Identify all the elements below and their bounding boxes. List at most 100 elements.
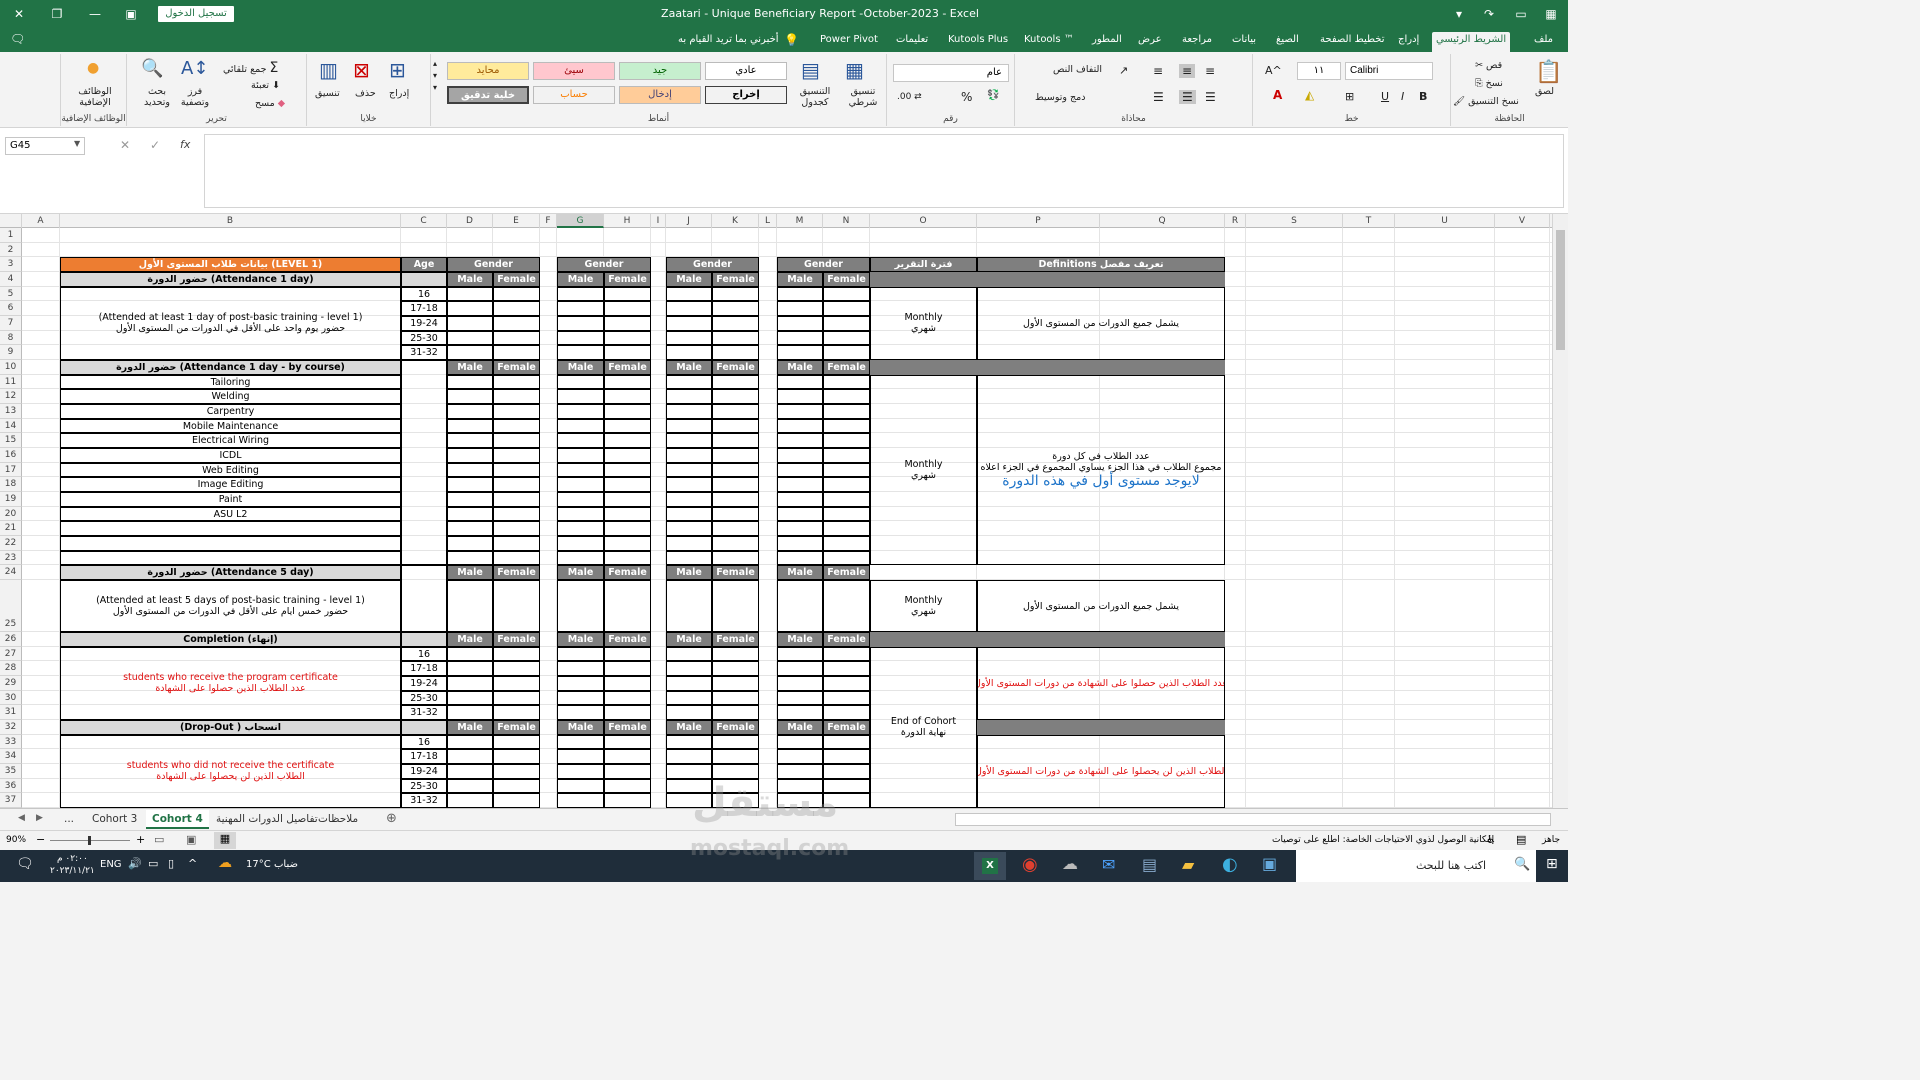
insert-cells-icon[interactable]: ⊞ — [389, 58, 406, 82]
course-value[interactable] — [666, 536, 712, 551]
course-value[interactable] — [493, 389, 540, 405]
course-value[interactable] — [712, 550, 759, 566]
course-name[interactable]: Paint — [60, 492, 401, 507]
course-value[interactable] — [447, 374, 493, 390]
attendance1-male-1[interactable]: Male — [447, 272, 493, 287]
course-value[interactable] — [777, 550, 823, 566]
section-bar[interactable] — [401, 720, 447, 735]
attendance1-value[interactable] — [777, 330, 823, 346]
course-value[interactable] — [557, 506, 604, 522]
course-value[interactable] — [823, 374, 870, 390]
format-as-table-button[interactable]: التنسيق كجدول — [793, 86, 837, 108]
attendance1-value[interactable] — [604, 316, 651, 331]
dropout-age[interactable]: 19-24 — [401, 764, 447, 779]
task-view-icon[interactable]: ▣ — [1262, 854, 1277, 873]
align-bottom-icon[interactable]: ≡ — [1153, 64, 1163, 78]
course-name[interactable]: Welding — [60, 389, 401, 405]
notification-icon[interactable]: 🗨 — [16, 856, 34, 872]
completion-bar[interactable] — [870, 632, 1225, 647]
row-header-11[interactable]: 11 — [0, 374, 22, 390]
completion-female-4[interactable]: Female — [823, 632, 870, 647]
course-value[interactable] — [447, 448, 493, 463]
course-value[interactable] — [712, 536, 759, 551]
completion-value[interactable] — [557, 705, 604, 721]
find-icon[interactable]: 🔍 — [141, 58, 163, 79]
completion-female-3[interactable]: Female — [712, 632, 759, 647]
style-good[interactable]: جيد — [619, 62, 701, 80]
column-header-K[interactable]: K — [712, 214, 759, 228]
attendance1-value[interactable] — [493, 316, 540, 331]
attendance1-value[interactable] — [666, 345, 712, 361]
row-header-33[interactable]: 33 — [0, 734, 22, 750]
course-value[interactable] — [447, 389, 493, 405]
attendance1-age[interactable]: 25-30 — [401, 330, 447, 346]
dropout-age[interactable]: 25-30 — [401, 778, 447, 794]
dropout-value[interactable] — [712, 749, 759, 765]
gender-header-2[interactable]: Gender — [557, 257, 651, 272]
italic-button[interactable]: I — [1401, 90, 1404, 103]
font-color-icon[interactable]: A — [1273, 88, 1282, 102]
attendance1-value[interactable] — [493, 330, 540, 346]
attendance1-value[interactable] — [493, 301, 540, 316]
row-header-6[interactable]: 6 — [0, 301, 22, 316]
course-male-2[interactable]: Male — [557, 360, 604, 375]
format-cells-button[interactable]: تنسيق — [315, 88, 340, 99]
attendance5-value[interactable] — [604, 580, 651, 633]
attendance1-age[interactable]: 16 — [401, 286, 447, 302]
conditional-format-button[interactable]: تنسيق شرطي — [841, 86, 885, 108]
prev-sheet-icon[interactable]: ◀ — [18, 813, 25, 823]
column-header-P[interactable]: P — [977, 214, 1100, 228]
course-value[interactable] — [712, 462, 759, 478]
row-header-7[interactable]: 7 — [0, 316, 22, 331]
gender-header-1[interactable]: Gender — [447, 257, 540, 272]
age-empty[interactable] — [401, 360, 447, 566]
tab-page-layout[interactable]: تخطيط الصفحة — [1316, 32, 1389, 52]
course-value[interactable] — [823, 521, 870, 537]
row-header-28[interactable]: 28 — [0, 661, 22, 677]
wrap-text-button[interactable]: التفاف النص — [1053, 64, 1102, 75]
attendance1-age[interactable]: 19-24 — [401, 316, 447, 331]
course-value[interactable] — [604, 418, 651, 434]
completion-age[interactable]: 16 — [401, 646, 447, 662]
attendance1-age[interactable]: 31-32 — [401, 345, 447, 361]
weather-temp[interactable]: 17°C — [246, 859, 271, 870]
course-bar[interactable] — [870, 360, 1225, 375]
minimize-icon[interactable]: — — [84, 4, 106, 24]
sort-filter-icon[interactable]: A↕ — [181, 58, 208, 79]
course-value[interactable] — [777, 389, 823, 405]
format-as-table-icon[interactable]: ▤ — [801, 58, 820, 82]
autosum-button[interactable]: جمع تلقائي Σ — [223, 60, 278, 76]
completion-male-1[interactable]: Male — [447, 632, 493, 647]
course-value[interactable] — [557, 536, 604, 551]
gender-header-3[interactable]: Gender — [666, 257, 759, 272]
attendance1-value[interactable] — [557, 330, 604, 346]
period-monthly[interactable]: Monthly شهري — [870, 374, 977, 566]
row-header-25[interactable]: 25 — [0, 580, 22, 633]
section-attendance-1[interactable]: حضور الدورة (Attendance 1 day) — [60, 272, 401, 287]
clock[interactable]: ٠٢:٠٠ م ٢٠٢٣/١١/٢١ — [50, 853, 95, 877]
course-value[interactable] — [666, 521, 712, 537]
row-header-5[interactable]: 5 — [0, 286, 22, 302]
dropout-value[interactable] — [712, 734, 759, 750]
section-dropout[interactable]: (Drop-Out ) انسحاب — [60, 720, 401, 735]
style-output[interactable]: إخراج — [705, 86, 787, 104]
attendance1-value[interactable] — [557, 301, 604, 316]
course-male-4[interactable]: Male — [777, 360, 823, 375]
completion-value[interactable] — [493, 661, 540, 677]
row-header-23[interactable]: 23 — [0, 550, 22, 566]
course-value[interactable] — [447, 433, 493, 449]
attendance1-value[interactable] — [823, 345, 870, 361]
restore-icon[interactable]: ❐ — [46, 4, 68, 24]
completion-value[interactable] — [823, 646, 870, 662]
insert-function-button[interactable]: fx — [180, 138, 190, 151]
dropout-value[interactable] — [493, 749, 540, 765]
dropout-value[interactable] — [666, 764, 712, 779]
tab-developer[interactable]: المطور — [1088, 32, 1126, 52]
vertical-scrollbar[interactable] — [1552, 214, 1568, 808]
dropout-value[interactable] — [493, 734, 540, 750]
attendance1-value[interactable] — [823, 330, 870, 346]
currency-icon[interactable]: 💱 — [987, 90, 999, 101]
row-header-12[interactable]: 12 — [0, 389, 22, 405]
course-value[interactable] — [712, 374, 759, 390]
course-value[interactable] — [666, 550, 712, 566]
